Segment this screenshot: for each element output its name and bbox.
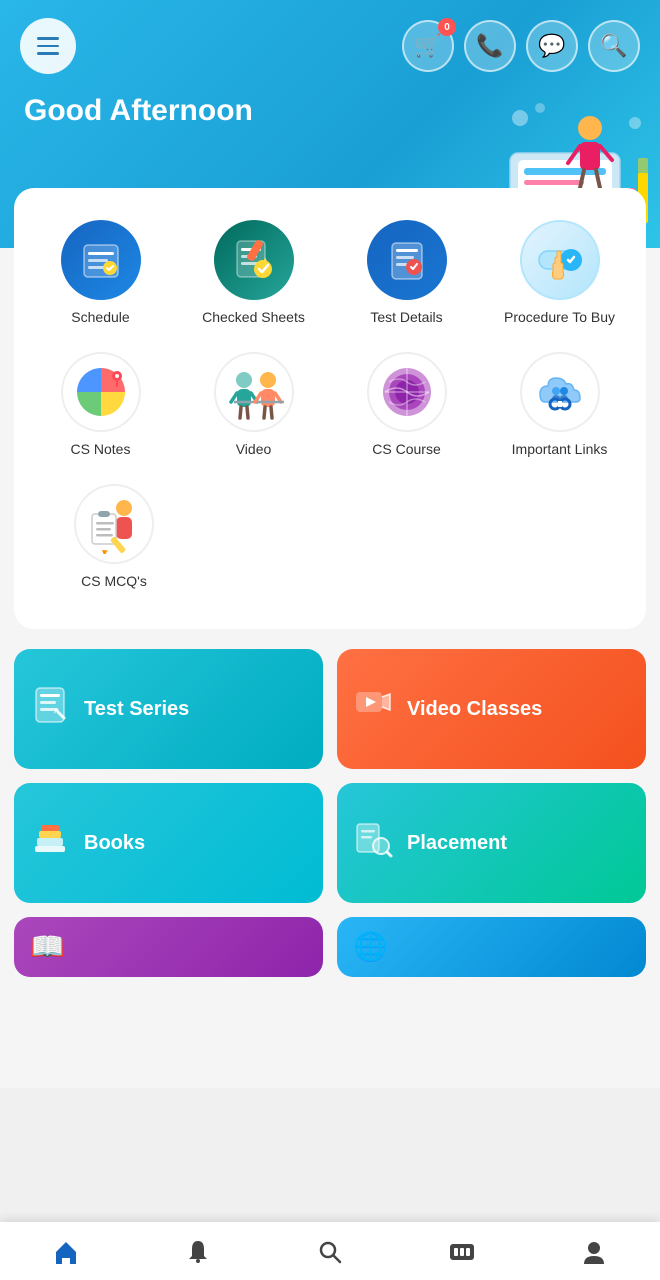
phone-icon: 📞	[476, 33, 503, 59]
grid-card: Schedule Chec	[14, 188, 646, 629]
schedule-icon	[61, 220, 141, 300]
cs-notes-icon	[61, 352, 141, 432]
grid-row-2: CS Notes	[24, 344, 636, 466]
nav-notifications[interactable]	[168, 1234, 228, 1270]
extra2-icon: 🌐	[353, 930, 388, 963]
grid-item-procedure-to-buy[interactable]: Procedure To Buy	[490, 212, 630, 334]
books-label: Books	[84, 831, 145, 855]
grid-item-test-details[interactable]: Test Details	[337, 212, 477, 334]
video-classes-label: Video Classes	[407, 697, 542, 721]
cs-notes-label: CS Notes	[71, 440, 131, 458]
home-icon	[52, 1238, 80, 1266]
important-links-label: Important Links	[512, 440, 608, 458]
profile-icon	[580, 1238, 608, 1266]
cs-mcqs-label: CS MCQ's	[81, 572, 147, 590]
grid-item-cs-mcqs[interactable]: CS MCQ's	[44, 476, 184, 598]
menu-button[interactable]	[20, 18, 76, 74]
test-series-button[interactable]: Test Series	[14, 649, 323, 769]
extra1-icon: 📖	[30, 930, 65, 963]
whatsapp-icon: 💬	[538, 33, 565, 59]
test-series-label: Test Series	[84, 697, 189, 721]
grid-item-cs-course[interactable]: CS Course	[337, 344, 477, 466]
procedure-to-buy-label: Procedure To Buy	[504, 308, 615, 326]
video-icon	[214, 352, 294, 432]
grid-item-important-links[interactable]: Important Links	[490, 344, 630, 466]
grid-row-1: Schedule Chec	[24, 212, 636, 334]
main-content: Schedule Chec	[0, 188, 660, 1088]
header-icons: 🛒 0 📞 💬 🔍	[402, 20, 640, 72]
nav-profile[interactable]	[564, 1234, 624, 1270]
schedule-label: Schedule	[71, 308, 129, 326]
search-nav-icon	[316, 1238, 344, 1266]
nav-tickets[interactable]	[432, 1234, 492, 1270]
nav-search[interactable]	[300, 1234, 360, 1270]
notification-icon	[184, 1238, 212, 1266]
books-icon	[30, 818, 70, 868]
extra-button-2[interactable]: 🌐	[337, 917, 646, 977]
big-buttons-grid: Test Series Video Classes	[0, 629, 660, 977]
nav-home[interactable]	[36, 1234, 96, 1270]
cart-button[interactable]: 🛒 0	[402, 20, 454, 72]
tickets-icon	[448, 1238, 476, 1266]
checked-sheets-label: Checked Sheets	[202, 308, 305, 326]
test-series-icon	[30, 684, 70, 734]
video-classes-button[interactable]: Video Classes	[337, 649, 646, 769]
test-details-icon	[367, 220, 447, 300]
cart-icon: 🛒	[414, 33, 441, 59]
whatsapp-button[interactable]: 💬	[526, 20, 578, 72]
extra-button-1[interactable]: 📖	[14, 917, 323, 977]
header-top: 🛒 0 📞 💬 🔍	[20, 18, 640, 74]
checked-sheets-icon	[214, 220, 294, 300]
cs-mcqs-icon	[74, 484, 154, 564]
grid-item-checked-sheets[interactable]: Checked Sheets	[184, 212, 324, 334]
bottom-nav	[0, 1222, 660, 1280]
search-icon: 🔍	[600, 33, 627, 59]
cs-course-label: CS Course	[372, 440, 440, 458]
grid-item-schedule[interactable]: Schedule	[31, 212, 171, 334]
procedure-to-buy-icon	[520, 220, 600, 300]
cs-course-icon	[367, 352, 447, 432]
important-links-icon	[520, 352, 600, 432]
placement-button[interactable]: Placement	[337, 783, 646, 903]
search-button[interactable]: 🔍	[588, 20, 640, 72]
grid-item-video[interactable]: Video	[184, 344, 324, 466]
books-button[interactable]: Books	[14, 783, 323, 903]
placement-icon	[353, 818, 393, 868]
video-classes-icon	[353, 684, 393, 734]
phone-button[interactable]: 📞	[464, 20, 516, 72]
cart-badge: 0	[438, 18, 456, 36]
placement-label: Placement	[407, 831, 507, 855]
video-label: Video	[236, 440, 272, 458]
grid-row-3: CS MCQ's	[24, 476, 636, 598]
grid-item-cs-notes[interactable]: CS Notes	[31, 344, 171, 466]
test-details-label: Test Details	[370, 308, 442, 326]
